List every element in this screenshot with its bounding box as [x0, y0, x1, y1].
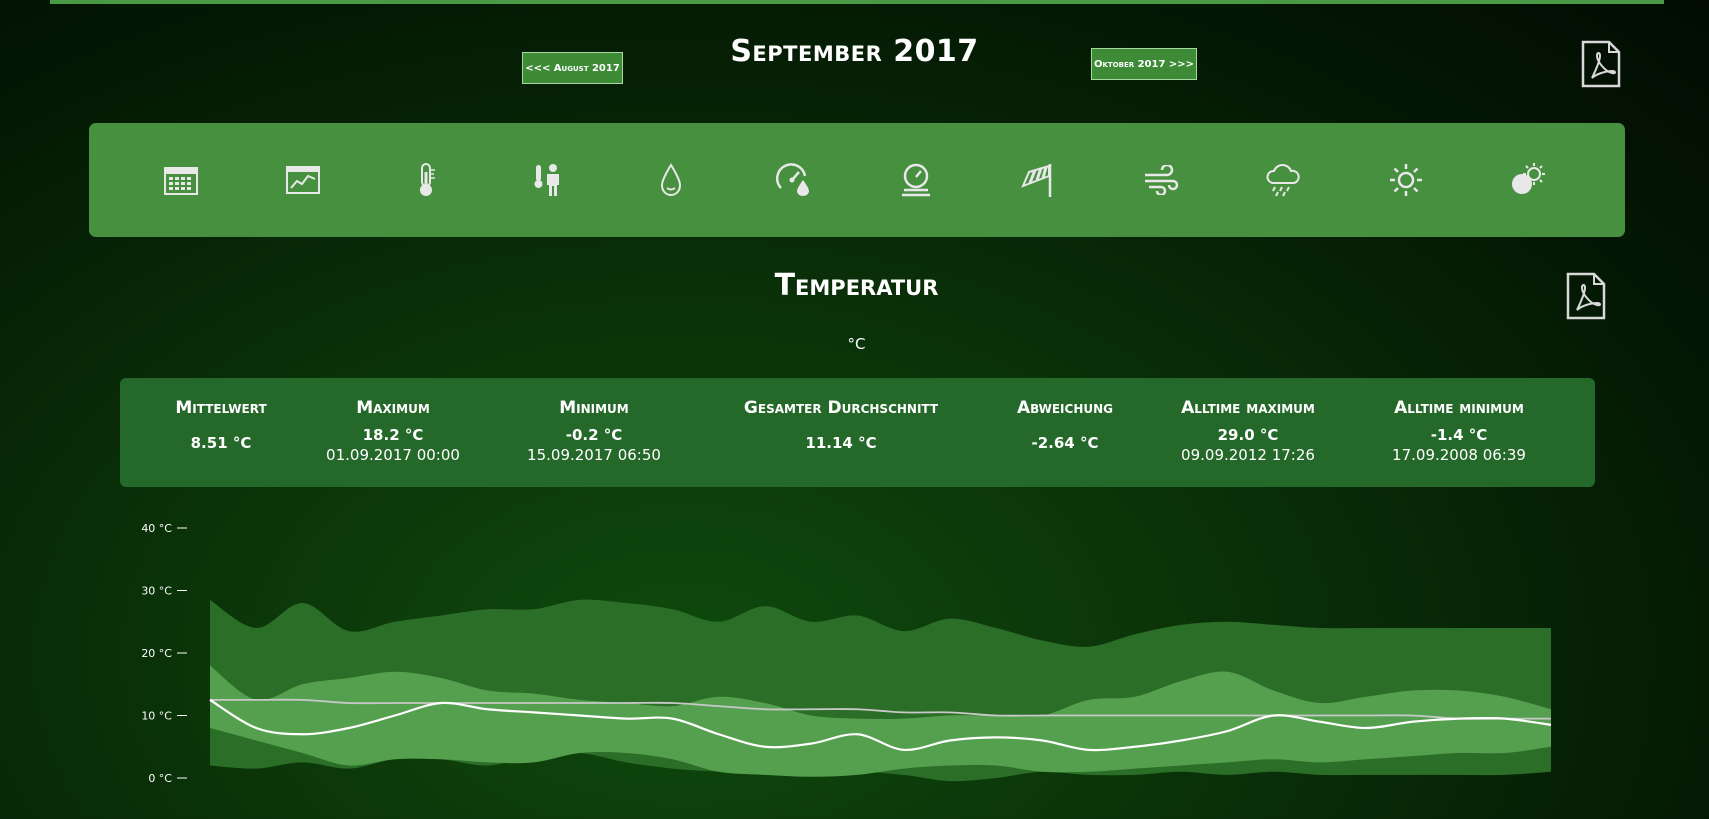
category-toolbar	[89, 123, 1625, 237]
sun-icon[interactable]	[1382, 156, 1430, 204]
stat-deviation: Abweichung -2.64 °C	[1017, 398, 1113, 452]
statistics-panel: Mittelwert 8.51 °C Maximum 18.2 °C 01.09…	[120, 378, 1595, 487]
chart-icon[interactable]	[279, 156, 327, 204]
stat-label: Gesamter Durchschnitt	[743, 398, 939, 418]
pdf-icon[interactable]	[1580, 40, 1622, 92]
thermometer-icon[interactable]	[402, 156, 450, 204]
stat-minimum: Minimum -0.2 °C 15.09.2017 06:50	[527, 398, 661, 464]
top-accent-bar	[50, 0, 1664, 4]
next-month-button[interactable]: Oktober 2017 >>>	[1091, 48, 1197, 80]
stat-value: -1.4 °C	[1430, 426, 1488, 444]
calendar-icon[interactable]	[157, 156, 205, 204]
y-tick-label: 30 °C	[141, 585, 172, 598]
unit-label: °C	[847, 335, 866, 353]
y-tick-label: 40 °C	[141, 522, 172, 535]
stat-alltime-minimum: Alltime minimum -1.4 °C 17.09.2008 06:39	[1392, 398, 1526, 464]
stat-value: 18.2 °C	[362, 426, 424, 444]
stat-alltime-maximum: Alltime maximum 29.0 °C 09.09.2012 17:26	[1181, 398, 1315, 464]
stat-label: Minimum	[559, 398, 629, 418]
stat-date: 15.09.2017 06:50	[527, 446, 661, 464]
stat-label: Abweichung	[1016, 398, 1114, 418]
stat-maximum: Maximum 18.2 °C 01.09.2017 00:00	[326, 398, 460, 464]
y-tick-label: 0 °C	[148, 772, 172, 785]
pressure-icon[interactable]	[892, 156, 940, 204]
stat-value: 29.0 °C	[1217, 426, 1279, 444]
rain-icon[interactable]	[1259, 156, 1307, 204]
stat-label: Maximum	[356, 398, 430, 418]
stat-date: 17.09.2008 06:39	[1392, 446, 1526, 464]
wind-icon[interactable]	[1137, 156, 1185, 204]
y-tick-label: 10 °C	[141, 710, 172, 723]
page-title: September 2017	[730, 34, 979, 69]
stat-mean: Mittelwert 8.51 °C	[175, 398, 266, 452]
y-tick-label: 20 °C	[141, 647, 172, 660]
stat-label: Alltime maximum	[1181, 398, 1315, 418]
stat-value: 11.14 °C	[805, 434, 877, 452]
temperature-chart: 0 °C 10 °C 20 °C 30 °C 40 °C	[141, 522, 1552, 785]
section-title: Temperatur	[774, 268, 939, 303]
stat-date: 01.09.2017 00:00	[326, 446, 460, 464]
stat-overall-average: Gesamter Durchschnitt 11.14 °C	[744, 398, 938, 452]
windsock-icon[interactable]	[1014, 156, 1062, 204]
stat-label: Alltime minimum	[1394, 398, 1524, 418]
stat-value: 8.51 °C	[190, 434, 252, 452]
pdf-icon[interactable]	[1565, 272, 1607, 324]
stat-value: -0.2 °C	[565, 426, 623, 444]
humidity-icon[interactable]	[647, 156, 695, 204]
stat-date: 09.09.2012 17:26	[1181, 446, 1315, 464]
apparent-temperature-icon[interactable]	[524, 156, 572, 204]
solar-icon[interactable]	[1504, 156, 1552, 204]
prev-month-button[interactable]: <<< August 2017	[522, 52, 623, 84]
dewpoint-icon[interactable]	[769, 156, 817, 204]
stat-value: -2.64 °C	[1031, 434, 1099, 452]
stat-label: Mittelwert	[175, 398, 267, 418]
